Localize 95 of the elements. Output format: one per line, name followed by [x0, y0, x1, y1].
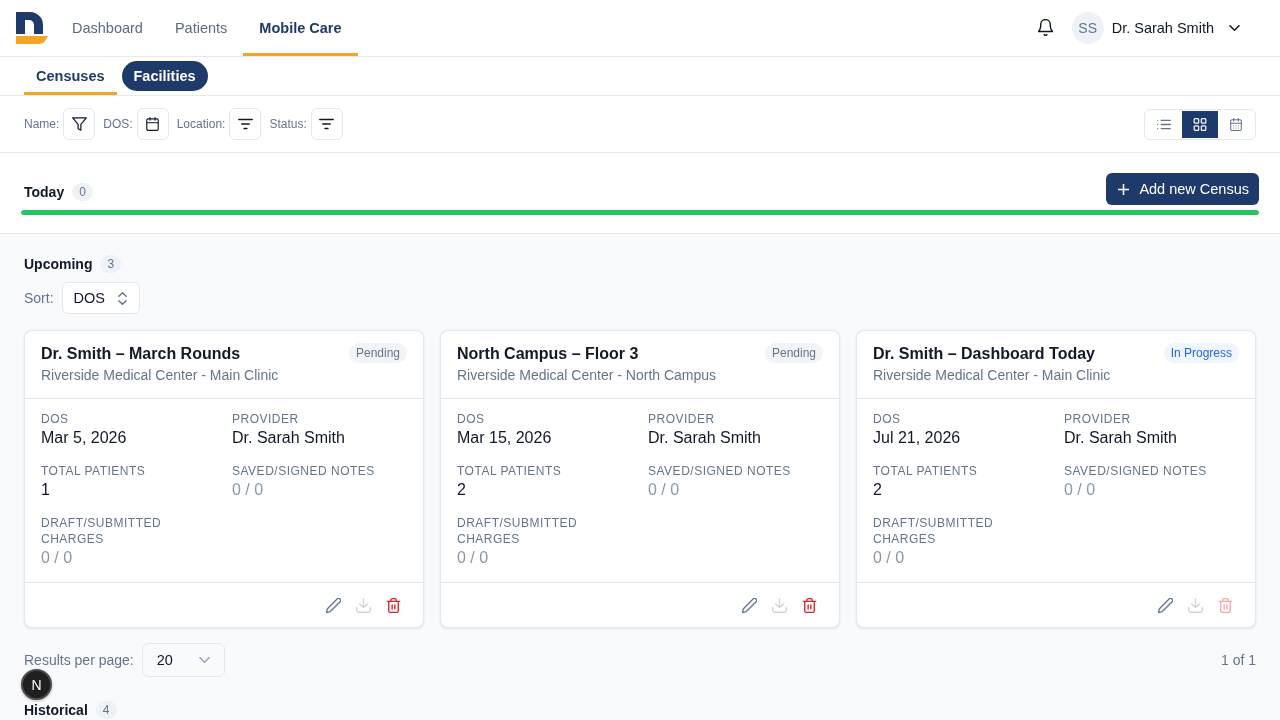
chevron-down-icon — [198, 657, 210, 663]
card-title: Dr. Smith – March Rounds — [41, 344, 242, 364]
section-title: Historical — [24, 701, 88, 719]
grid-view-button[interactable] — [1182, 110, 1218, 138]
funnel-icon — [71, 117, 87, 131]
edit-button[interactable] — [740, 596, 758, 614]
bell-icon — [1037, 19, 1053, 36]
pencil-icon — [1157, 597, 1173, 613]
calendar-icon — [1229, 117, 1243, 131]
count-badge: 3 — [100, 255, 122, 273]
field-value: 0 / 0 — [648, 480, 680, 500]
location-text: Riverside Medical Center - North Campus — [457, 366, 717, 385]
field-value: Dr. Sarah Smith — [1064, 428, 1177, 448]
filter-lines-icon — [237, 117, 253, 131]
field-label: DOS — [41, 411, 69, 427]
field-label: SAVED/SIGNED NOTES — [232, 463, 375, 479]
filter-label: Location: — [176, 117, 226, 131]
page-size-select[interactable]: 20 — [141, 643, 225, 677]
trash-icon — [385, 597, 401, 613]
page-indicator: 1 of 1 — [1220, 652, 1256, 668]
count-badge: 0 — [72, 183, 93, 201]
field-label: DOS — [873, 411, 901, 427]
chevron-up-down-icon — [117, 291, 127, 305]
sub-tab[interactable]: Censuses — [24, 57, 117, 95]
list-icon — [1157, 117, 1171, 131]
field-label: DRAFT/SUBMITTED CHARGES — [873, 515, 995, 547]
card-title: Dr. Smith – Dashboard Today — [873, 344, 1096, 364]
location-text: Riverside Medical Center - Main Clinic — [41, 366, 279, 385]
field-value: Jul 21, 2026 — [873, 428, 961, 448]
field-label: DRAFT/SUBMITTED CHARGES — [457, 515, 579, 547]
nav-tab[interactable]: Dashboard — [56, 0, 159, 56]
field-label: SAVED/SIGNED NOTES — [648, 463, 791, 479]
field-value: 0 / 0 — [41, 548, 73, 568]
filter-lines-icon — [319, 117, 335, 131]
field-value: Dr. Sarah Smith — [232, 428, 345, 448]
edit-button[interactable] — [324, 596, 342, 614]
field-label: DRAFT/SUBMITTED CHARGES — [41, 515, 163, 547]
field-value: 2 — [873, 480, 882, 500]
field-value: 0 / 0 — [457, 548, 489, 568]
field-label: PROVIDER — [648, 411, 715, 427]
status-badge: Pending — [348, 343, 407, 363]
field-label: PROVIDER — [232, 411, 299, 427]
trash-icon — [1217, 597, 1233, 613]
nav-tab[interactable]: Patients — [158, 0, 244, 56]
field-value: Dr. Sarah Smith — [648, 428, 761, 448]
filter-button[interactable] — [310, 108, 343, 140]
count-badge: 4 — [95, 701, 117, 719]
grid-icon — [1193, 117, 1207, 131]
field-value: Mar 5, 2026 — [41, 428, 127, 448]
sort-label: Sort: — [24, 290, 54, 306]
filter-label: Name: — [24, 117, 60, 131]
notifications-button[interactable] — [1037, 19, 1054, 37]
logo-icon — [16, 12, 48, 44]
pencil-icon — [325, 597, 341, 613]
field-label: TOTAL PATIENTS — [41, 463, 146, 479]
field-value: Mar 15, 2026 — [457, 428, 552, 448]
location-text: Riverside Medical Center - Main Clinic — [873, 366, 1111, 385]
avatar: SS — [1071, 12, 1104, 44]
field-value: 1 — [41, 480, 50, 500]
field-value: 2 — [457, 480, 466, 500]
nav-tab[interactable]: Mobile Care — [243, 0, 358, 56]
sub-tab[interactable]: Facilities — [121, 61, 208, 91]
field-value: 0 / 0 — [1064, 480, 1096, 500]
results-per-page-label: Results per page: — [24, 652, 134, 668]
plus-icon — [1118, 183, 1130, 195]
add-census-button[interactable]: Add new Census — [1106, 173, 1259, 205]
user-menu[interactable]: SS Dr. Sarah Smith — [1071, 12, 1240, 44]
delete-button[interactable] — [800, 596, 818, 614]
filter-button[interactable] — [136, 108, 169, 140]
field-label: TOTAL PATIENTS — [873, 463, 978, 479]
filter-label: DOS: — [103, 117, 133, 131]
status-badge: Pending — [764, 343, 823, 363]
card-title: North Campus – Floor 3 — [457, 344, 640, 364]
filter-button[interactable] — [63, 108, 96, 140]
filter-label: Status: — [269, 117, 307, 131]
section-title: Upcoming — [24, 255, 93, 274]
trash-icon — [801, 597, 817, 613]
edit-button[interactable] — [1156, 596, 1174, 614]
status-badge: In Progress — [1163, 343, 1239, 363]
filter-button[interactable] — [229, 108, 262, 140]
download-icon — [1187, 597, 1203, 613]
section-title: Today — [24, 183, 65, 202]
field-value: 0 / 0 — [232, 480, 264, 500]
field-label: SAVED/SIGNED NOTES — [1064, 463, 1207, 479]
field-label: DOS — [457, 411, 485, 427]
chevron-down-icon — [1229, 25, 1240, 31]
pencil-icon — [741, 597, 757, 613]
field-label: TOTAL PATIENTS — [457, 463, 562, 479]
field-value: 0 / 0 — [873, 548, 905, 568]
download-icon — [771, 597, 787, 613]
delete-button[interactable] — [384, 596, 402, 614]
calendar-icon — [145, 117, 161, 131]
download-icon — [355, 597, 371, 613]
sort-select[interactable]: DOS — [61, 282, 140, 314]
field-label: PROVIDER — [1064, 411, 1131, 427]
